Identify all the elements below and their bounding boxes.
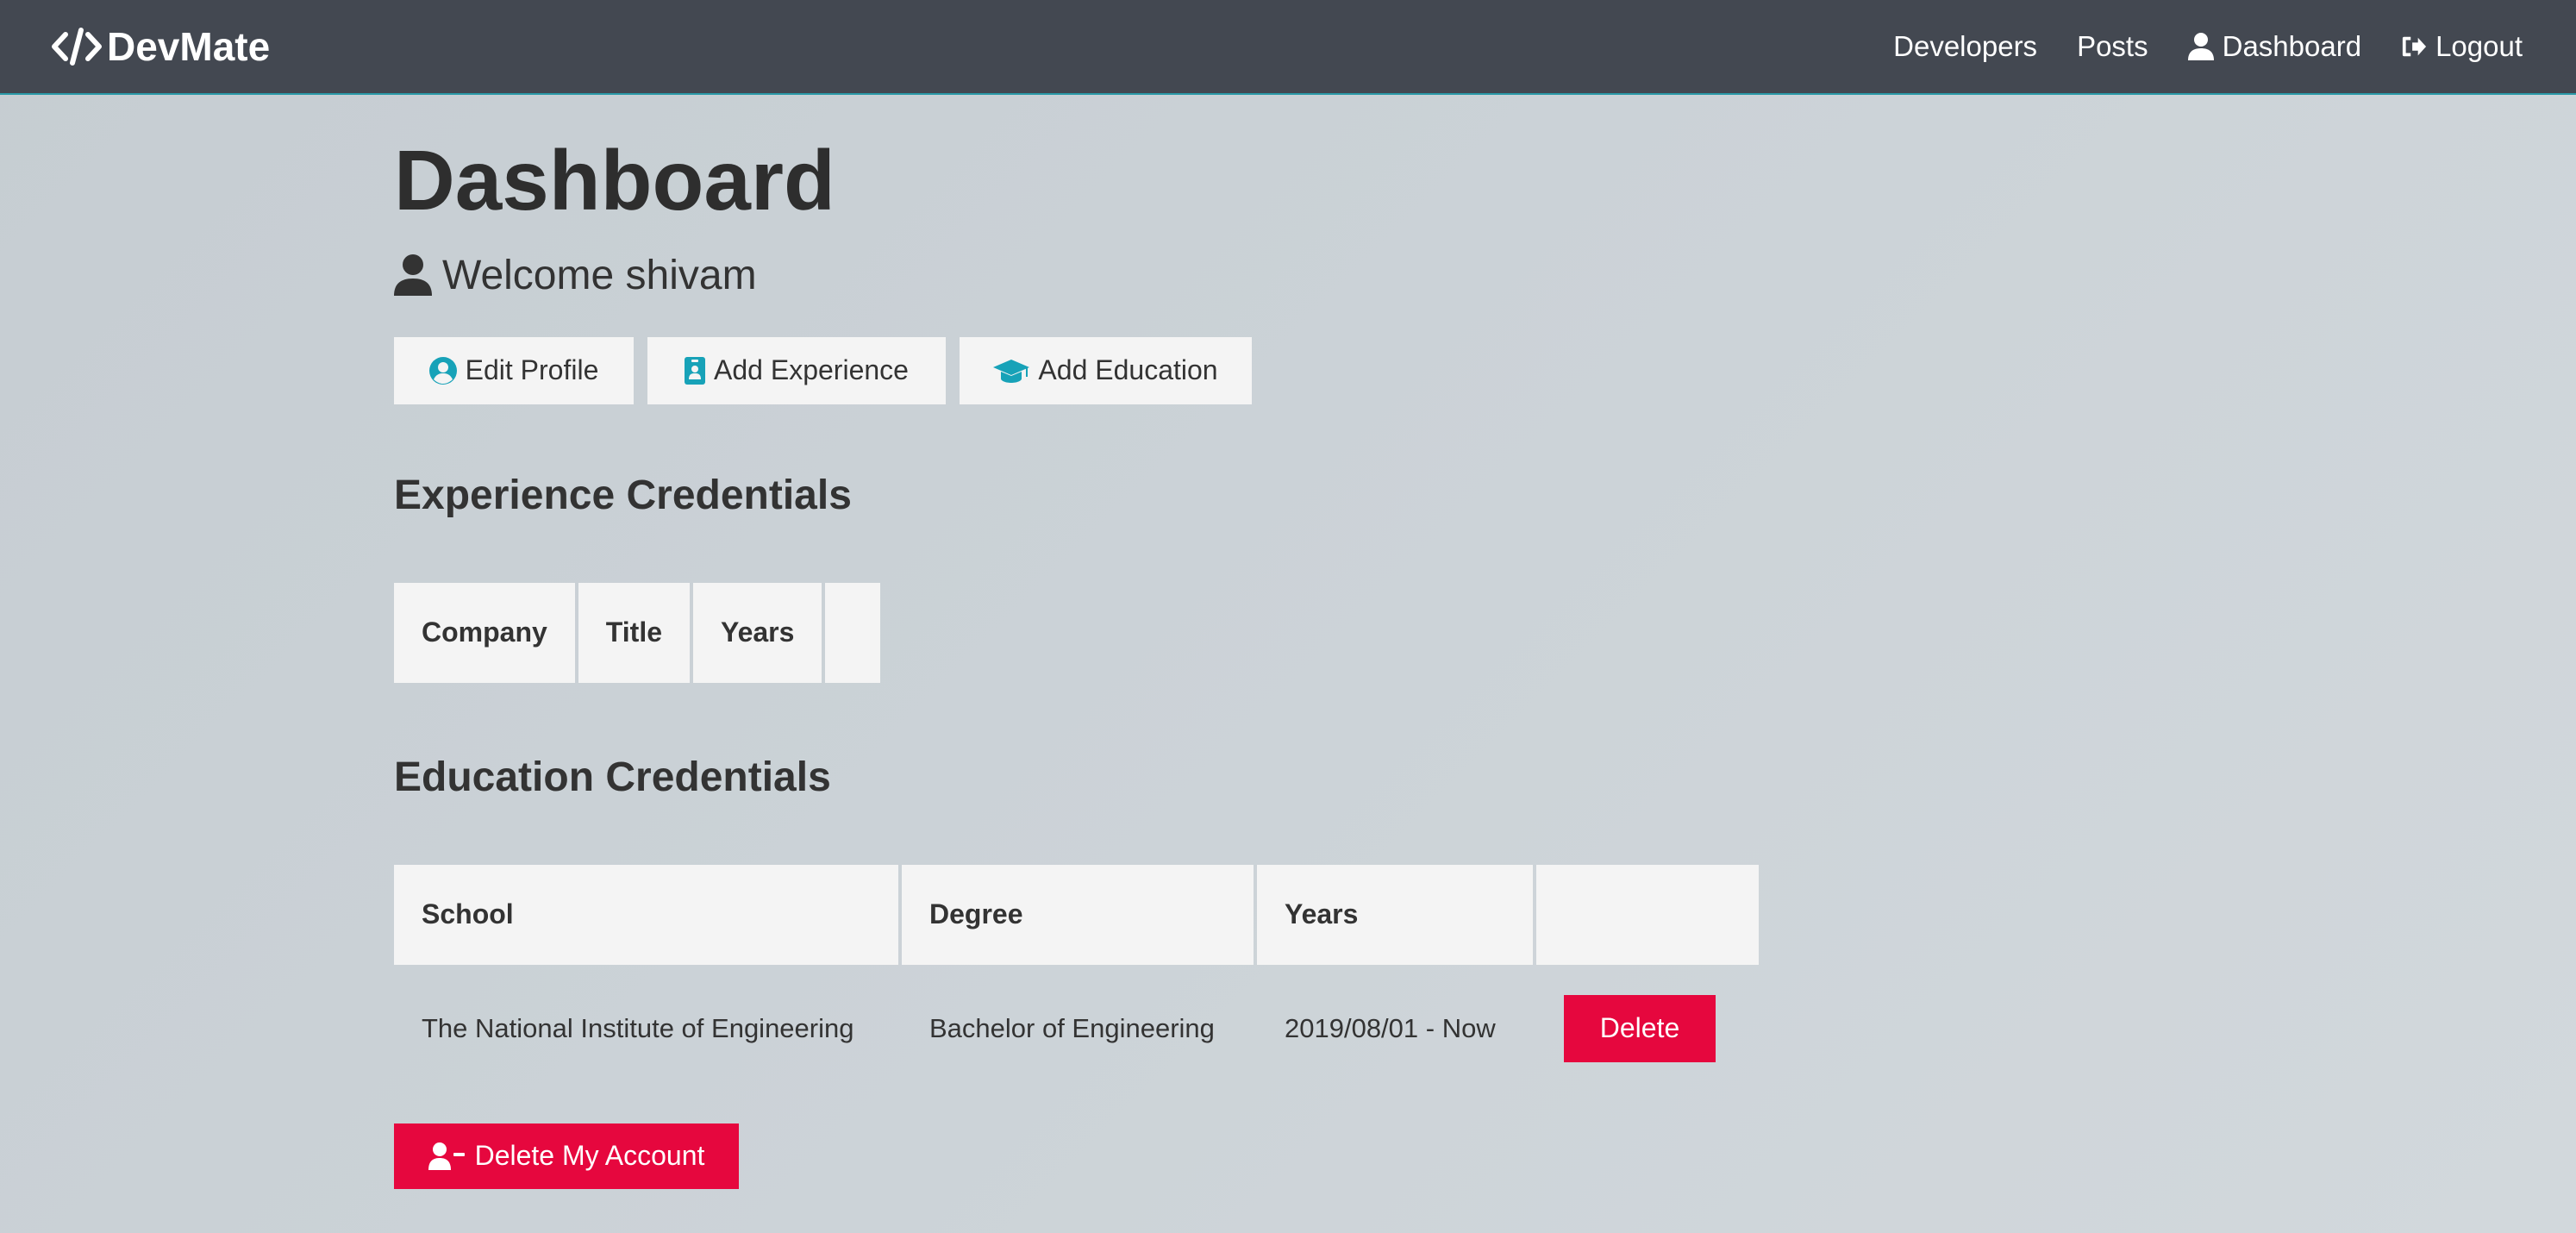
nav-links: Developers Posts Dashboard Logout xyxy=(1893,30,2523,63)
welcome-text: Welcome shivam xyxy=(442,252,757,298)
add-education-button[interactable]: Add Education xyxy=(960,336,1252,404)
page-title: Dashboard xyxy=(394,133,835,228)
education-school: The National Institute of Engineering xyxy=(422,1012,854,1043)
navbar: DevMate Developers Posts Dashboard Logou… xyxy=(0,0,2576,95)
welcome-message: Welcome shivam xyxy=(394,252,2170,299)
add-education-label: Add Education xyxy=(1038,354,1218,386)
id-badge-icon xyxy=(685,356,706,385)
dashboard-main: Dashboard Welcome shivam Edit Profile Ad… xyxy=(394,95,2170,1189)
dashboard-actions: Edit Profile Add Experience Add Educatio… xyxy=(394,336,2170,404)
experience-credentials-title: Experience Credentials xyxy=(394,472,852,518)
edit-profile-label: Edit Profile xyxy=(465,354,599,386)
column-years: Years xyxy=(693,582,822,683)
column-school: School xyxy=(394,864,898,965)
add-experience-label: Add Experience xyxy=(714,354,909,386)
user-icon xyxy=(394,254,432,297)
column-title: Title xyxy=(578,582,690,683)
column-years: Years xyxy=(1257,864,1533,965)
graduation-cap-icon xyxy=(993,359,1030,383)
column-degree: Degree xyxy=(902,864,1254,965)
nav-dashboard-label: Dashboard xyxy=(2222,30,2362,62)
code-icon xyxy=(52,28,102,66)
column-actions xyxy=(1536,864,1759,965)
column-company: Company xyxy=(394,582,575,683)
column-actions xyxy=(825,582,881,683)
education-years: 2019/08/01 - Now xyxy=(1285,1012,1496,1043)
delete-account-label: Delete My Account xyxy=(474,1140,705,1172)
nav-logout[interactable]: Logout xyxy=(2401,30,2523,63)
brand-link[interactable]: DevMate xyxy=(52,23,270,70)
edit-profile-button[interactable]: Edit Profile xyxy=(394,336,634,404)
education-degree: Bachelor of Engineering xyxy=(929,1012,1215,1043)
nav-posts[interactable]: Posts xyxy=(2077,30,2148,63)
user-minus-icon xyxy=(428,1142,465,1170)
nav-developers-label: Developers xyxy=(1893,30,2038,62)
sign-out-icon xyxy=(2402,36,2427,57)
user-icon xyxy=(2187,33,2214,60)
nav-logout-label: Logout xyxy=(2435,30,2523,62)
table-header-row: School Degree Years xyxy=(394,864,1759,965)
delete-account-button[interactable]: Delete My Account xyxy=(394,1123,739,1189)
table-header-row: Company Title Years xyxy=(394,582,881,683)
experience-table: Company Title Years xyxy=(391,579,884,686)
nav-dashboard[interactable]: Dashboard xyxy=(2187,30,2362,63)
table-row: The National Institute of Engineering Ba… xyxy=(394,968,1759,1089)
delete-education-button[interactable]: Delete xyxy=(1564,994,1716,1062)
education-credentials-title: Education Credentials xyxy=(394,754,831,800)
nav-posts-label: Posts xyxy=(2077,30,2148,62)
brand-name: DevMate xyxy=(107,24,271,69)
education-table: School Degree Years The National Institu… xyxy=(391,861,1762,1092)
user-circle-icon xyxy=(428,356,457,385)
add-experience-button[interactable]: Add Experience xyxy=(647,336,946,404)
nav-developers[interactable]: Developers xyxy=(1893,30,2037,63)
education-actions-cell: Delete xyxy=(1536,968,1759,1089)
